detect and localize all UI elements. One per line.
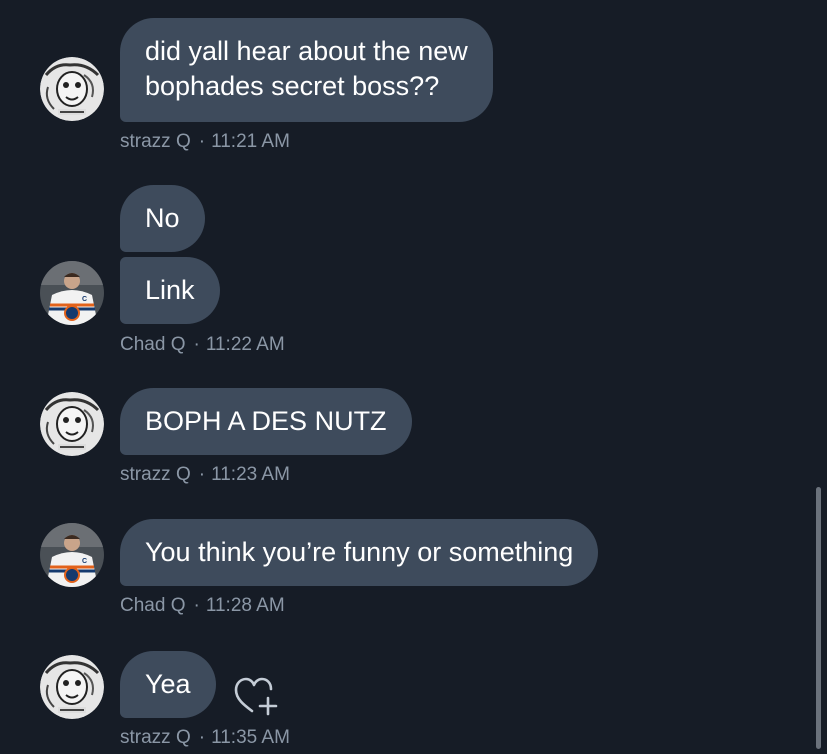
sender-name[interactable]: strazz Q xyxy=(120,727,191,748)
sender-avatar[interactable]: C xyxy=(40,261,104,325)
message-text: No xyxy=(145,203,180,233)
cartoon-face-avatar-icon xyxy=(40,655,104,719)
message-meta: strazz Q · 11:23 AM xyxy=(120,463,290,487)
sender-avatar[interactable] xyxy=(40,655,104,719)
message-meta: Chad Q · 11:28 AM xyxy=(120,594,285,618)
meta-separator: · xyxy=(193,334,200,355)
cartoon-face-avatar-icon xyxy=(40,57,104,121)
sender-name[interactable]: strazz Q xyxy=(120,131,191,152)
message-bubble[interactable]: Yea xyxy=(120,651,216,718)
message-text: BOPH A DES NUTZ xyxy=(145,406,387,436)
message-text-line: did yall hear about the new xyxy=(145,36,468,66)
message-text: You think you’re funny or something xyxy=(145,537,574,567)
sender-name[interactable]: Chad Q xyxy=(120,595,185,616)
hockey-player-avatar-icon: C xyxy=(40,523,104,587)
message-bubble[interactable]: You think you’re funny or something xyxy=(120,519,599,586)
svg-text:C: C xyxy=(82,296,87,303)
svg-text:C: C xyxy=(82,558,87,565)
message-meta: strazz Q · 11:35 AM xyxy=(120,726,290,750)
message-time: 11:35 AM xyxy=(211,727,290,748)
sender-name[interactable]: Chad Q xyxy=(120,334,185,355)
message-time: 11:28 AM xyxy=(205,595,285,616)
meta-separator: · xyxy=(193,595,200,616)
message-text: Yea xyxy=(145,669,191,699)
sender-avatar[interactable] xyxy=(40,392,104,456)
message-bubble[interactable]: No xyxy=(120,185,205,252)
sender-avatar[interactable] xyxy=(40,57,104,121)
meta-separator: · xyxy=(198,131,206,152)
add-reaction-button[interactable] xyxy=(232,671,280,719)
sender-name[interactable]: strazz Q xyxy=(120,464,191,485)
message-meta: Chad Q · 11:22 AM xyxy=(120,333,285,357)
message-meta: strazz Q · 11:21 AM xyxy=(120,130,290,154)
message-text-line: bophades secret boss?? xyxy=(145,71,440,101)
message-text: Link xyxy=(145,275,195,305)
meta-separator: · xyxy=(198,464,206,485)
scrollbar-thumb[interactable] xyxy=(816,487,821,749)
message-time: 11:21 AM xyxy=(211,131,290,152)
message-bubble[interactable]: Link xyxy=(120,257,220,324)
message-time: 11:23 AM xyxy=(211,464,290,485)
sender-avatar[interactable]: C xyxy=(40,523,104,587)
cartoon-face-avatar-icon xyxy=(40,392,104,456)
hockey-player-avatar-icon: C xyxy=(40,261,104,325)
heart-add-icon xyxy=(234,677,278,716)
meta-separator: · xyxy=(198,727,206,748)
message-time: 11:22 AM xyxy=(205,334,285,355)
message-bubble[interactable]: did yall hear about the new bophades sec… xyxy=(120,18,493,122)
message-bubble[interactable]: BOPH A DES NUTZ xyxy=(120,388,412,455)
